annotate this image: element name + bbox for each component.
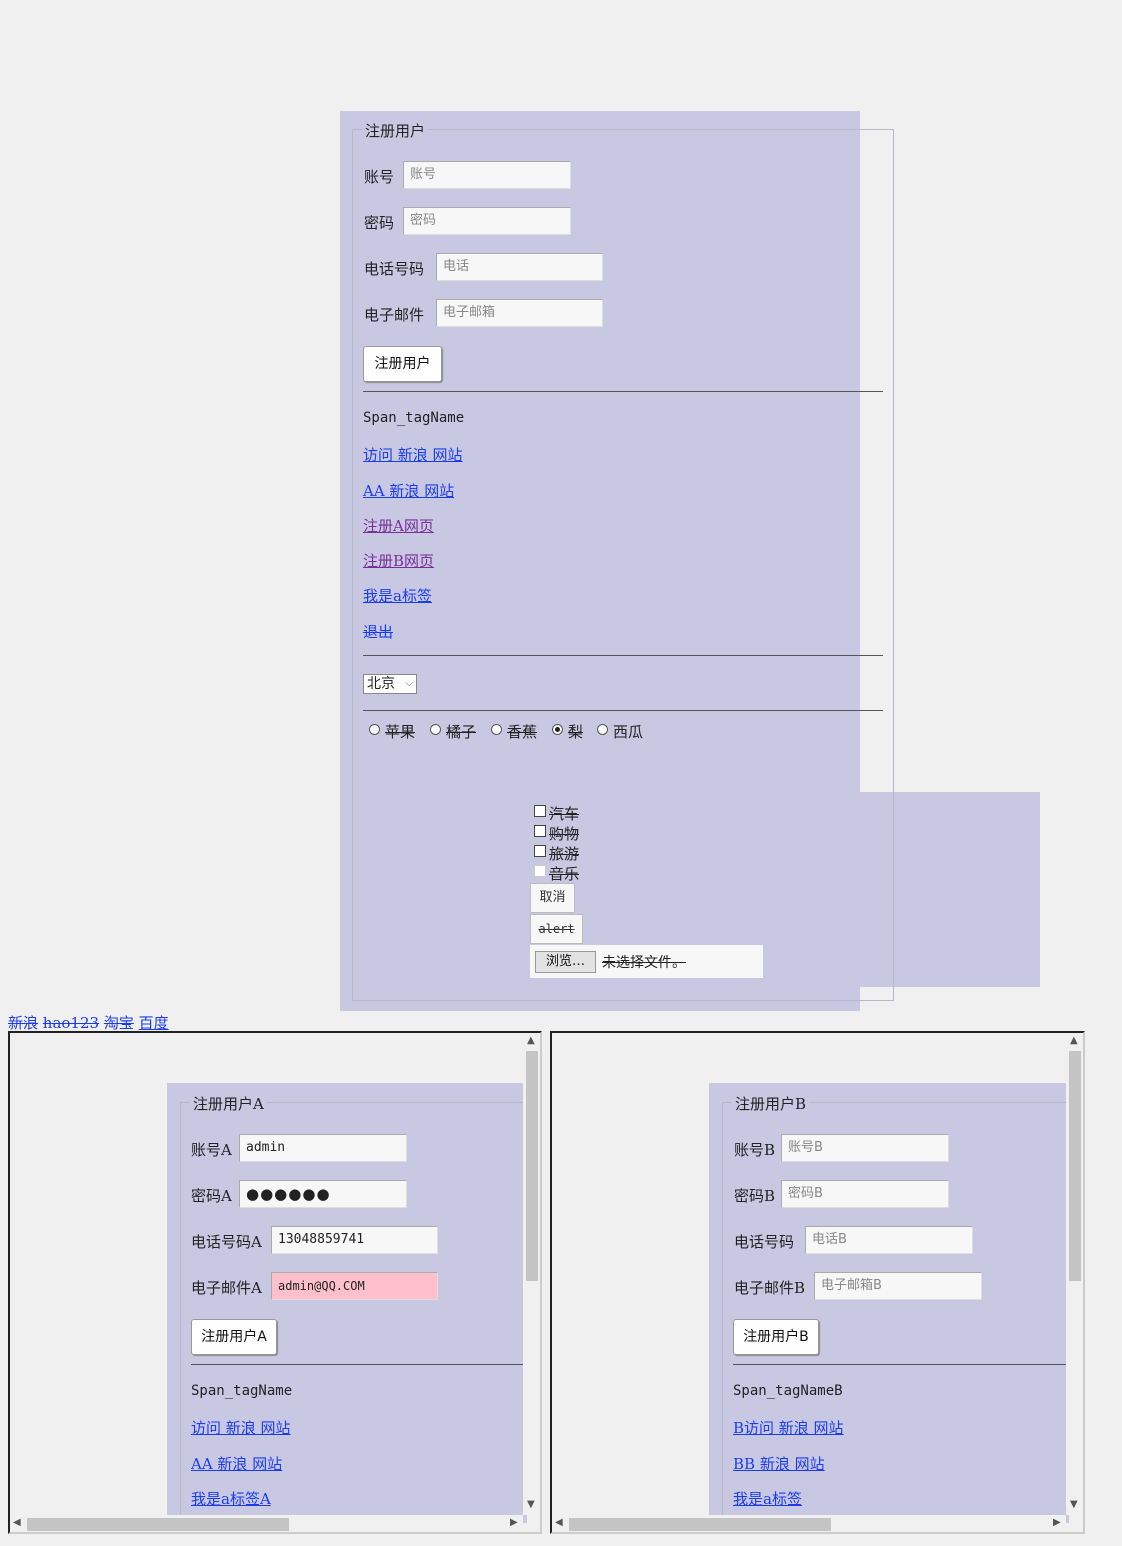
- radio-orange-label: 橘子: [446, 723, 477, 741]
- frame-b-vertical-thumb[interactable]: [1069, 1051, 1081, 1281]
- frame-a-vertical-thumb[interactable]: [526, 1051, 538, 1281]
- frame-b-account-input[interactable]: 账号B: [781, 1134, 949, 1162]
- divider: [363, 391, 883, 392]
- register-button[interactable]: 注册用户: [363, 346, 442, 382]
- frame-a-link-a-tag[interactable]: 我是a标签A: [191, 1488, 271, 1509]
- scroll-right-icon[interactable]: ▶: [1053, 1517, 1061, 1528]
- frame-b-vertical-scrollbar[interactable]: ▲ ▼: [1066, 1033, 1083, 1515]
- frame-a-phone-label: 电话号码A: [191, 1233, 262, 1251]
- radio-pear[interactable]: [552, 724, 563, 735]
- frame-b-email-input[interactable]: 电子邮箱B: [814, 1272, 982, 1300]
- checkbox-travel[interactable]: [534, 845, 546, 857]
- frame-a-password-label: 密码A: [191, 1187, 232, 1205]
- checkbox-travel-label: 旅游: [549, 845, 580, 863]
- frame-a-phone-input[interactable]: 13048859741: [271, 1226, 438, 1254]
- phone-input[interactable]: 电话: [436, 253, 603, 281]
- link-aa-sina[interactable]: AA 新浪 网站: [363, 480, 454, 501]
- link-visit-sina[interactable]: 访问 新浪 网站: [363, 444, 463, 465]
- radio-watermelon[interactable]: [597, 724, 608, 735]
- frame-a-password-input[interactable]: ●●●●●●: [239, 1180, 407, 1208]
- radio-banana-label: 香蕉: [507, 723, 538, 741]
- frame-a-legend: 注册用户A: [190, 1093, 267, 1114]
- radio-pear-label: 梨: [568, 723, 584, 741]
- link-taobao[interactable]: 淘宝: [104, 1014, 134, 1032]
- link-hao123[interactable]: hao123: [43, 1014, 99, 1032]
- frame-b-legend: 注册用户B: [732, 1093, 810, 1114]
- iframe-b[interactable]: 注册用户B 账号B 账号B 密码B 密码B 电话号码 电话B 电子邮件B 电子邮…: [550, 1031, 1085, 1534]
- password-label: 密码: [364, 214, 395, 232]
- email-label: 电子邮件: [364, 306, 425, 324]
- scroll-up-icon[interactable]: ▲: [527, 1035, 535, 1046]
- scroll-down-icon[interactable]: ▼: [527, 1499, 535, 1510]
- span-tagname: Span_tagName: [363, 410, 465, 426]
- frame-b-email-label: 电子邮件B: [734, 1279, 806, 1297]
- link-logout[interactable]: 退出: [363, 621, 393, 642]
- frame-b-span-tagname: Span_tagNameB: [733, 1383, 843, 1399]
- checkbox-shopping[interactable]: [534, 825, 546, 837]
- iframe-a[interactable]: 注册用户A 账号A admin 密码A ●●●●●● 电话号码A 1304885…: [8, 1031, 542, 1534]
- checkbox-music[interactable]: [534, 865, 546, 877]
- frame-a-span-tagname: Span_tagName: [191, 1383, 293, 1399]
- frame-a-horizontal-thumb[interactable]: [27, 1518, 289, 1531]
- frame-a-horizontal-scrollbar[interactable]: ◀ ▶: [10, 1515, 523, 1532]
- scroll-left-icon[interactable]: ◀: [13, 1517, 21, 1528]
- frame-b-link-bb-sina[interactable]: BB 新浪 网站: [733, 1453, 825, 1474]
- frame-b-link-visit-sina[interactable]: B访问 新浪 网站: [733, 1417, 844, 1438]
- radio-apple[interactable]: [369, 724, 380, 735]
- frame-b-horizontal-thumb[interactable]: [569, 1518, 831, 1531]
- chevron-down-icon: ⌵: [405, 678, 413, 689]
- link-a-tag[interactable]: 我是a标签: [363, 585, 432, 606]
- frame-b-register-button[interactable]: 注册用户B: [733, 1319, 819, 1355]
- checkbox-car[interactable]: [534, 805, 546, 817]
- checkbox-shopping-label: 购物: [549, 825, 580, 843]
- frame-a-email-input[interactable]: admin@QQ.COM: [271, 1272, 438, 1300]
- main-fieldset-legend: 注册用户: [362, 120, 429, 141]
- radio-banana[interactable]: [491, 724, 502, 735]
- link-register-a[interactable]: 注册A网页: [363, 515, 434, 536]
- alert-button[interactable]: alert: [530, 914, 583, 944]
- file-status: 未选择文件。: [602, 955, 686, 971]
- account-label: 账号: [364, 168, 395, 186]
- radio-orange[interactable]: [430, 724, 441, 735]
- scroll-down-icon[interactable]: ▼: [1070, 1499, 1078, 1510]
- cancel-button[interactable]: 取消: [530, 883, 575, 913]
- radio-watermelon-label: 西瓜: [613, 723, 644, 741]
- link-register-b[interactable]: 注册B网页: [363, 550, 434, 571]
- link-baidu[interactable]: 百度: [139, 1014, 169, 1032]
- link-sina[interactable]: 新浪: [8, 1014, 38, 1032]
- phone-label: 电话号码: [364, 260, 425, 278]
- frame-a-link-visit-sina[interactable]: 访问 新浪 网站: [191, 1417, 291, 1438]
- frame-b-phone-label: 电话号码: [734, 1233, 795, 1251]
- frame-b-horizontal-scrollbar[interactable]: ◀ ▶: [552, 1515, 1066, 1532]
- email-input[interactable]: 电子邮箱: [436, 299, 603, 327]
- city-select[interactable]: 北京 ⌵: [363, 674, 417, 694]
- frame-b-account-label: 账号B: [734, 1141, 776, 1159]
- frame-a-link-aa-sina[interactable]: AA 新浪 网站: [191, 1453, 282, 1474]
- frame-b-link-a-tag[interactable]: 我是a标签: [733, 1488, 802, 1509]
- frame-b-password-input[interactable]: 密码B: [781, 1180, 949, 1208]
- frame-b-password-label: 密码B: [734, 1187, 776, 1205]
- scroll-up-icon[interactable]: ▲: [1070, 1035, 1078, 1046]
- scroll-right-icon[interactable]: ▶: [510, 1517, 518, 1528]
- frame-b-phone-input[interactable]: 电话B: [805, 1226, 973, 1254]
- city-select-value: 北京: [367, 676, 395, 692]
- frame-a-account-input[interactable]: admin: [239, 1134, 407, 1162]
- top-links: 新浪 hao123 淘宝 百度: [8, 1012, 169, 1033]
- password-input[interactable]: 密码: [403, 207, 571, 235]
- divider: [363, 710, 883, 711]
- divider: [363, 655, 883, 656]
- radio-apple-label: 苹果: [385, 723, 416, 741]
- frame-a-register-button[interactable]: 注册用户A: [191, 1319, 277, 1355]
- divider: [191, 1364, 531, 1365]
- browse-button[interactable]: 浏览…: [535, 951, 596, 973]
- frame-a-account-label: 账号A: [191, 1141, 232, 1159]
- checkbox-music-label: 音乐: [549, 865, 580, 883]
- account-input[interactable]: 账号: [403, 161, 571, 189]
- checkbox-car-label: 汽车: [549, 805, 580, 823]
- divider: [733, 1364, 1073, 1365]
- scroll-left-icon[interactable]: ◀: [555, 1517, 563, 1528]
- frame-a-email-label: 电子邮件A: [191, 1279, 262, 1297]
- frame-a-vertical-scrollbar[interactable]: ▲ ▼: [523, 1033, 540, 1515]
